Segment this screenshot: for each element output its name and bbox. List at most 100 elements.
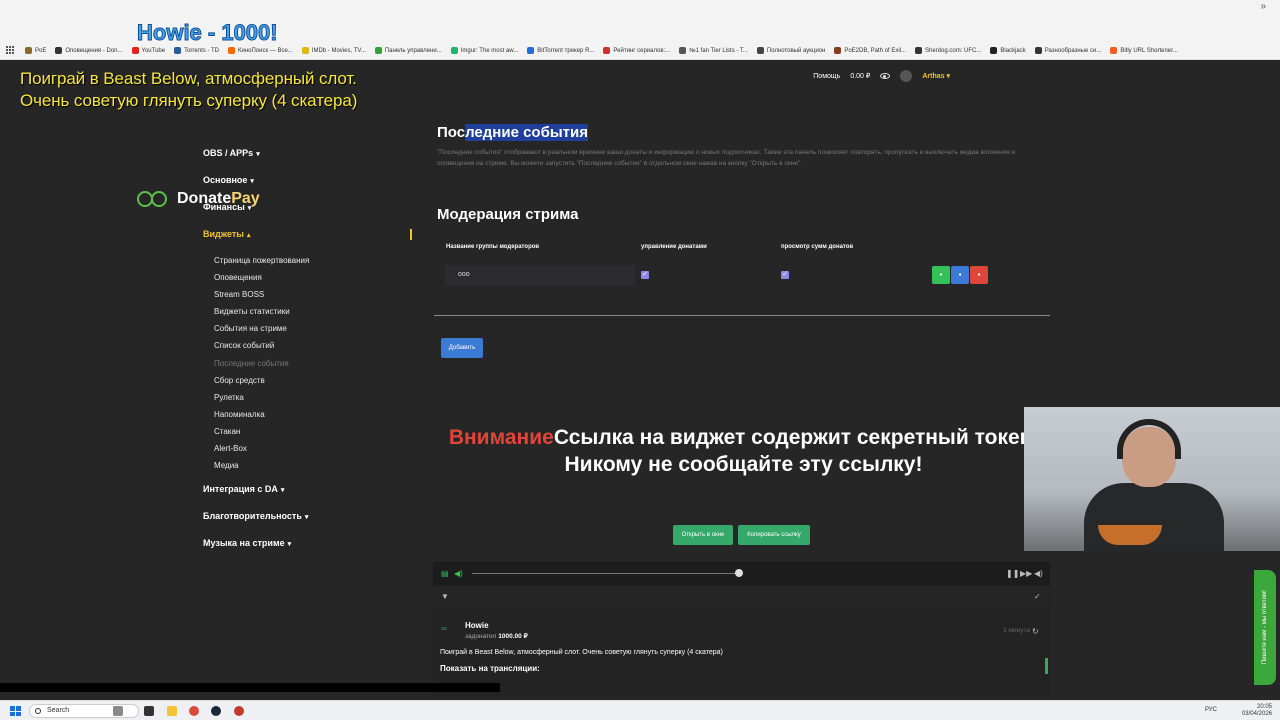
sidebar-section[interactable]: Виджеты ▴ [203, 229, 423, 256]
sidebar-item[interactable]: События на стриме [203, 324, 423, 341]
sidebar-item[interactable]: Последние события [203, 359, 423, 376]
bookmark-item[interactable]: Полнотовый аукцион [756, 47, 825, 54]
donation-amount: 1000.00 ₽ [498, 633, 528, 640]
sidebar-item[interactable]: Страница пожертвования [203, 256, 423, 273]
sidebar-section-label: Интеграция с DA [203, 484, 278, 495]
mute-icon[interactable]: ◀) [1034, 569, 1043, 578]
bookmark-item[interactable]: Blackjack [990, 47, 1026, 54]
sidebar-section[interactable]: Благотворительность ▾ [203, 511, 423, 538]
bookmark-item[interactable]: YouTube [131, 47, 165, 54]
steam-icon[interactable] [211, 706, 221, 716]
add-button[interactable]: Добавить [441, 338, 483, 358]
bookmark-favicon-icon [228, 47, 235, 54]
sidebar-item[interactable]: Сбор средств [203, 376, 423, 393]
sidebar: OBS / APPs ▾ Основное ▾ Финансы ▾ Виджеты ▴ Стра… [203, 148, 423, 565]
bookmark-item[interactable]: №1 fan Tier Lists - T... [679, 47, 748, 54]
open-window-button[interactable]: Открыть в окне [673, 525, 733, 545]
bookmark-item[interactable]: Рейтинг сериалов:... [603, 47, 670, 54]
sidebar-section-label: Виджеты [203, 229, 244, 239]
manage-donations-checkbox[interactable]: ✓ [641, 271, 649, 279]
app-icon[interactable] [234, 706, 244, 716]
bookmark-favicon-icon [374, 47, 382, 54]
overlay-line-2: Очень советую глянуть суперку (4 скатера… [20, 91, 358, 110]
apps-grid-icon[interactable] [6, 46, 15, 55]
sidebar-item[interactable]: Напоминалка [203, 410, 423, 427]
sidebar-section[interactable]: Основное ▾ [203, 175, 423, 202]
chevron-icon: ▴ [247, 232, 251, 239]
check-all-icon[interactable]: ✓ [1034, 592, 1041, 601]
sidebar-item[interactable]: Alert-Box [203, 444, 423, 461]
sidebar-section[interactable]: Финансы ▾ [203, 202, 423, 229]
pause-icon[interactable]: ❚❚ [1006, 569, 1019, 578]
sidebar-section[interactable]: OBS / APPs ▾ [203, 148, 423, 175]
taskview-icon[interactable] [144, 706, 154, 716]
bookmark-favicon-icon [990, 47, 998, 54]
bookmark-item[interactable]: Разнообразные си... [1034, 47, 1101, 54]
chat-icon[interactable]: ▪ [932, 266, 950, 284]
mod-group-input[interactable]: ооо [445, 265, 635, 286]
bookmark-item[interactable]: PoE [25, 47, 46, 54]
donation-message: Поиграй в Beast Below, атмосферный слот.… [440, 649, 723, 656]
username-menu[interactable]: Arthas ▾ [922, 72, 950, 80]
explorer-icon[interactable] [167, 706, 177, 716]
sidebar-section[interactable]: Музыка на стриме ▾ [203, 538, 423, 565]
skip-icon[interactable]: ▶▶ [1020, 569, 1032, 578]
replay-icon[interactable]: ↻ [1032, 627, 1039, 636]
donor-action-verb: задонатил [465, 633, 497, 640]
bookmark-label: Оповещения - Don... [65, 47, 123, 54]
sidebar-section-label: Финансы [203, 202, 245, 212]
bookmark-favicon-icon [679, 47, 687, 54]
delete-icon[interactable]: ▪ [970, 266, 988, 284]
copy-link-button[interactable]: Копировать ссылку [738, 525, 810, 545]
eye-icon[interactable] [880, 73, 891, 79]
view-sums-checkbox[interactable]: ✓ [781, 271, 789, 279]
sidebar-item[interactable]: Список событий [203, 341, 423, 358]
bookmark-item[interactable]: Bitly URL Shortener... [1110, 47, 1178, 54]
chevron-icon: ▾ [280, 487, 285, 495]
sidebar-item[interactable]: Рулетка [203, 393, 423, 410]
sidebar-item[interactable]: Stream BOSS [203, 290, 423, 307]
bookmark-item[interactable]: Imgur: The most aw... [450, 47, 518, 54]
windows-start-icon[interactable] [10, 706, 21, 716]
page-title-a: Пос [437, 124, 466, 141]
bookmark-favicon-icon [915, 47, 923, 54]
widgets-icon[interactable] [113, 706, 123, 716]
clock-time: 20:05 [1256, 704, 1272, 710]
language-indicator[interactable]: РУС [1205, 707, 1217, 713]
bookmarks-more-icon[interactable]: » [1260, 1, 1266, 12]
bookmark-item[interactable]: Оповещения - Don... [55, 47, 123, 54]
help-link[interactable]: Помощь [813, 73, 840, 80]
chrome-icon[interactable] [189, 706, 199, 716]
bookmark-label: PoE [35, 47, 47, 54]
bookmark-item[interactable]: PoE2DB, Path of Exil... [834, 47, 906, 54]
sidebar-section-label: Основное [203, 175, 248, 185]
clock[interactable]: 20:05 03/04/2026 [1242, 704, 1272, 718]
chevron-icon: ▾ [250, 178, 254, 185]
sidebar-item[interactable]: Стакан [203, 427, 423, 444]
header-user-area: Помощь 0.00 ₽ Arthas ▾ [803, 70, 950, 82]
th-manage-donations: управление донатами [641, 244, 707, 250]
show-on-stream-label: Показать на трансляции: [440, 664, 540, 673]
sidebar-section[interactable]: Интеграция с DA ▾ [203, 484, 423, 511]
bookmark-item[interactable]: Sherdog.com: UFC... [915, 47, 981, 54]
th-view-sums: просмотр сумм донатов [781, 244, 854, 250]
bookmark-item[interactable]: КиноПоиск — Все... [228, 47, 293, 54]
overlay-black-bar [0, 683, 500, 692]
bookmark-item[interactable]: BitTorrent трекер R... [527, 47, 594, 54]
save-icon[interactable]: ▪ [951, 266, 969, 284]
bookmark-favicon-icon [1110, 47, 1118, 54]
sidebar-item[interactable]: Виджеты статистики [203, 307, 423, 324]
support-chat-tab[interactable]: Пишите нам - мы ответим! [1254, 570, 1276, 685]
bookmark-item[interactable]: IMDb - Movies, TV... [301, 47, 366, 54]
bookmark-item[interactable]: Панель управлени... [374, 47, 442, 54]
bookmark-item[interactable]: Torrents - TD [174, 47, 219, 54]
avatar[interactable] [900, 70, 913, 82]
volume-icon[interactable]: ◀) [454, 569, 463, 578]
volume-slider[interactable] [472, 573, 740, 574]
sidebar-item[interactable]: Медиа [203, 461, 423, 478]
scrollbar[interactable] [1045, 658, 1048, 674]
list-icon[interactable]: ▤ [441, 569, 449, 578]
volume-slider-handle[interactable] [735, 569, 743, 577]
sidebar-item[interactable]: Оповещения [203, 273, 423, 290]
filter-icon[interactable]: ▼ [441, 592, 449, 601]
